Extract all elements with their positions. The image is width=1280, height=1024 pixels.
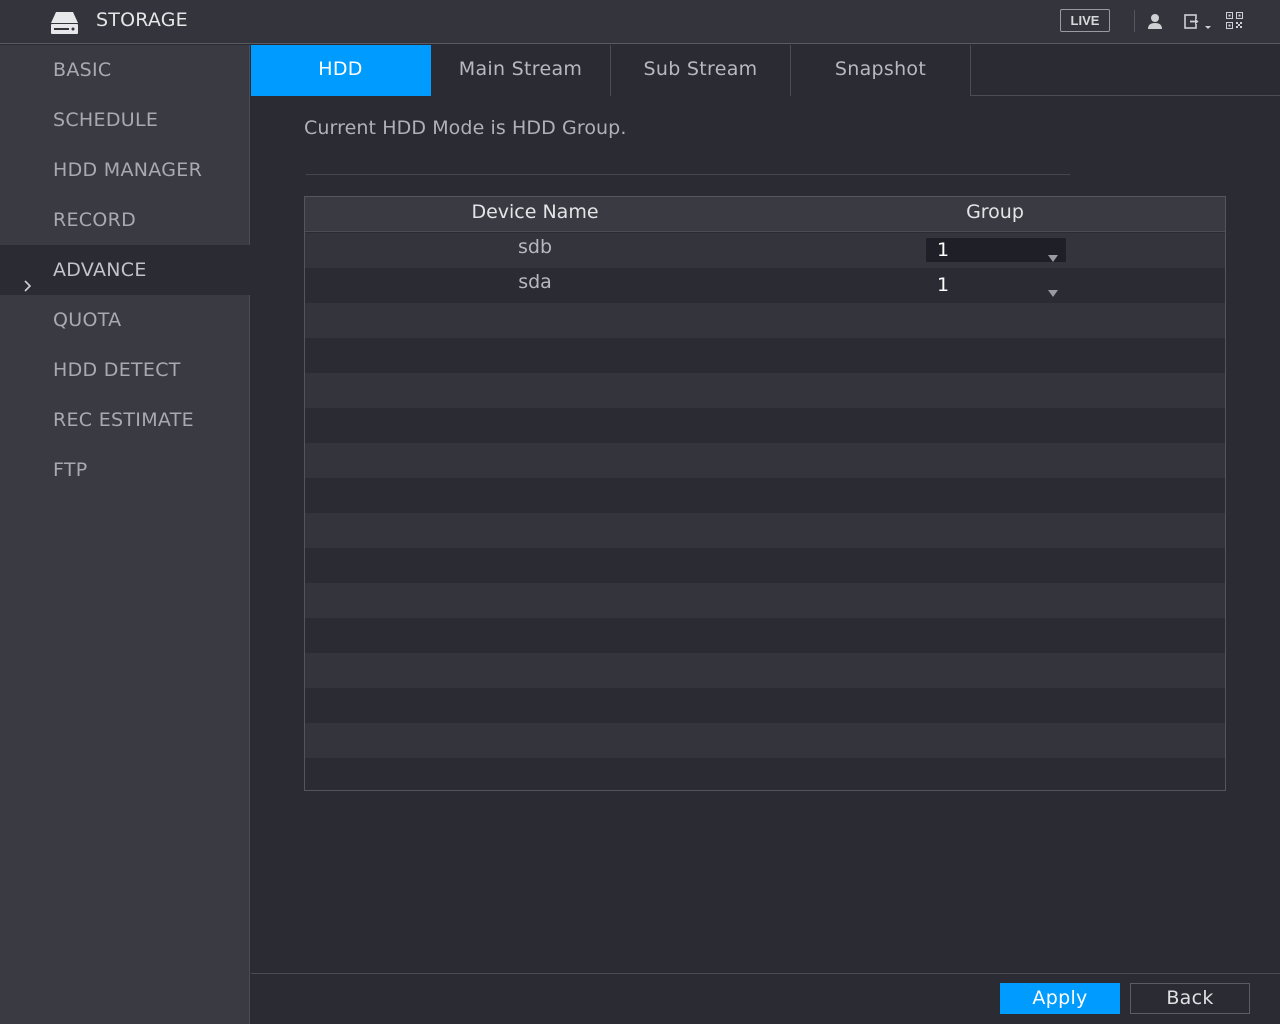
sidebar-item-label: QUOTA [53, 309, 122, 331]
sidebar-item-label: BASIC [53, 59, 112, 81]
sidebar-item-hdd-detect[interactable]: HDD DETECT [0, 345, 250, 395]
sidebar-item-label: FTP [53, 459, 88, 481]
tab-hdd[interactable]: HDD [251, 45, 431, 96]
tab-snapshot[interactable]: Snapshot [791, 45, 971, 96]
group-select[interactable]: 1 [926, 238, 1066, 262]
sidebar-item-label: SCHEDULE [53, 109, 159, 131]
sidebar-item-hdd-manager[interactable]: HDD MANAGER [0, 145, 250, 195]
empty-table-row [305, 443, 1225, 478]
page-title: STORAGE [96, 9, 188, 31]
empty-table-row [305, 618, 1225, 653]
table-row: sdb 1 [305, 233, 1225, 268]
logout-icon[interactable] [1183, 13, 1213, 31]
sidebar-item-ftp[interactable]: FTP [0, 445, 250, 495]
empty-table-row [305, 688, 1225, 723]
sidebar-item-schedule[interactable]: SCHEDULE [0, 95, 250, 145]
user-icon[interactable] [1147, 13, 1163, 31]
live-button[interactable]: LIVE [1060, 9, 1110, 32]
sidebar-item-label: HDD MANAGER [53, 159, 203, 181]
empty-table-row [305, 373, 1225, 408]
empty-table-row [305, 548, 1225, 583]
sidebar-item-basic[interactable]: BASIC [0, 45, 250, 95]
top-bar: STORAGE LIVE [0, 0, 1280, 44]
empty-table-row [305, 513, 1225, 548]
group-select[interactable]: 1 [926, 273, 1066, 297]
empty-table-row [305, 408, 1225, 443]
group-select-value: 1 [937, 274, 950, 296]
apply-button[interactable]: Apply [1000, 983, 1120, 1014]
empty-table-row [305, 338, 1225, 373]
hdd-group-table: Device Name Group sdb 1 sda 1 [304, 196, 1226, 791]
hdd-mode-text: Current HDD Mode is HDD Group. [304, 117, 627, 139]
sidebar-item-label: HDD DETECT [53, 359, 181, 381]
empty-table-row [305, 723, 1225, 758]
column-header-group: Group [966, 201, 1024, 223]
table-row: sda 1 [305, 268, 1225, 303]
dropdown-arrow-icon [1048, 247, 1058, 262]
sidebar-item-advance[interactable]: ADVANCE [0, 245, 250, 295]
empty-table-row [305, 583, 1225, 618]
storage-icon [50, 10, 79, 35]
empty-table-row [305, 303, 1225, 338]
tab-sub-stream[interactable]: Sub Stream [611, 45, 791, 96]
sidebar: BASIC SCHEDULE HDD MANAGER RECORD ADVANC… [0, 45, 250, 1024]
dropdown-arrow-icon [1048, 282, 1058, 297]
toolbar-divider [1134, 10, 1135, 32]
sidebar-item-quota[interactable]: QUOTA [0, 295, 250, 345]
chevron-right-icon [22, 262, 34, 292]
qr-code-icon[interactable] [1226, 12, 1243, 29]
footer-divider [251, 973, 1280, 974]
sidebar-item-label: REC ESTIMATE [53, 409, 194, 431]
tab-bar: HDD Main Stream Sub Stream Snapshot [251, 44, 1280, 96]
column-header-device-name: Device Name [471, 201, 599, 223]
device-name-cell: sdb [517, 236, 553, 258]
device-name-cell: sda [518, 271, 552, 293]
group-select-value: 1 [937, 239, 950, 261]
empty-table-row [305, 653, 1225, 688]
sidebar-item-label: ADVANCE [53, 259, 147, 281]
divider [306, 174, 1070, 175]
empty-table-row [305, 478, 1225, 513]
table-header: Device Name Group [305, 197, 1225, 232]
back-button[interactable]: Back [1130, 983, 1250, 1014]
sidebar-item-rec-estimate[interactable]: REC ESTIMATE [0, 395, 250, 445]
empty-table-row [305, 758, 1225, 790]
tab-main-stream[interactable]: Main Stream [431, 45, 611, 96]
sidebar-item-record[interactable]: RECORD [0, 195, 250, 245]
sidebar-item-label: RECORD [53, 209, 137, 231]
